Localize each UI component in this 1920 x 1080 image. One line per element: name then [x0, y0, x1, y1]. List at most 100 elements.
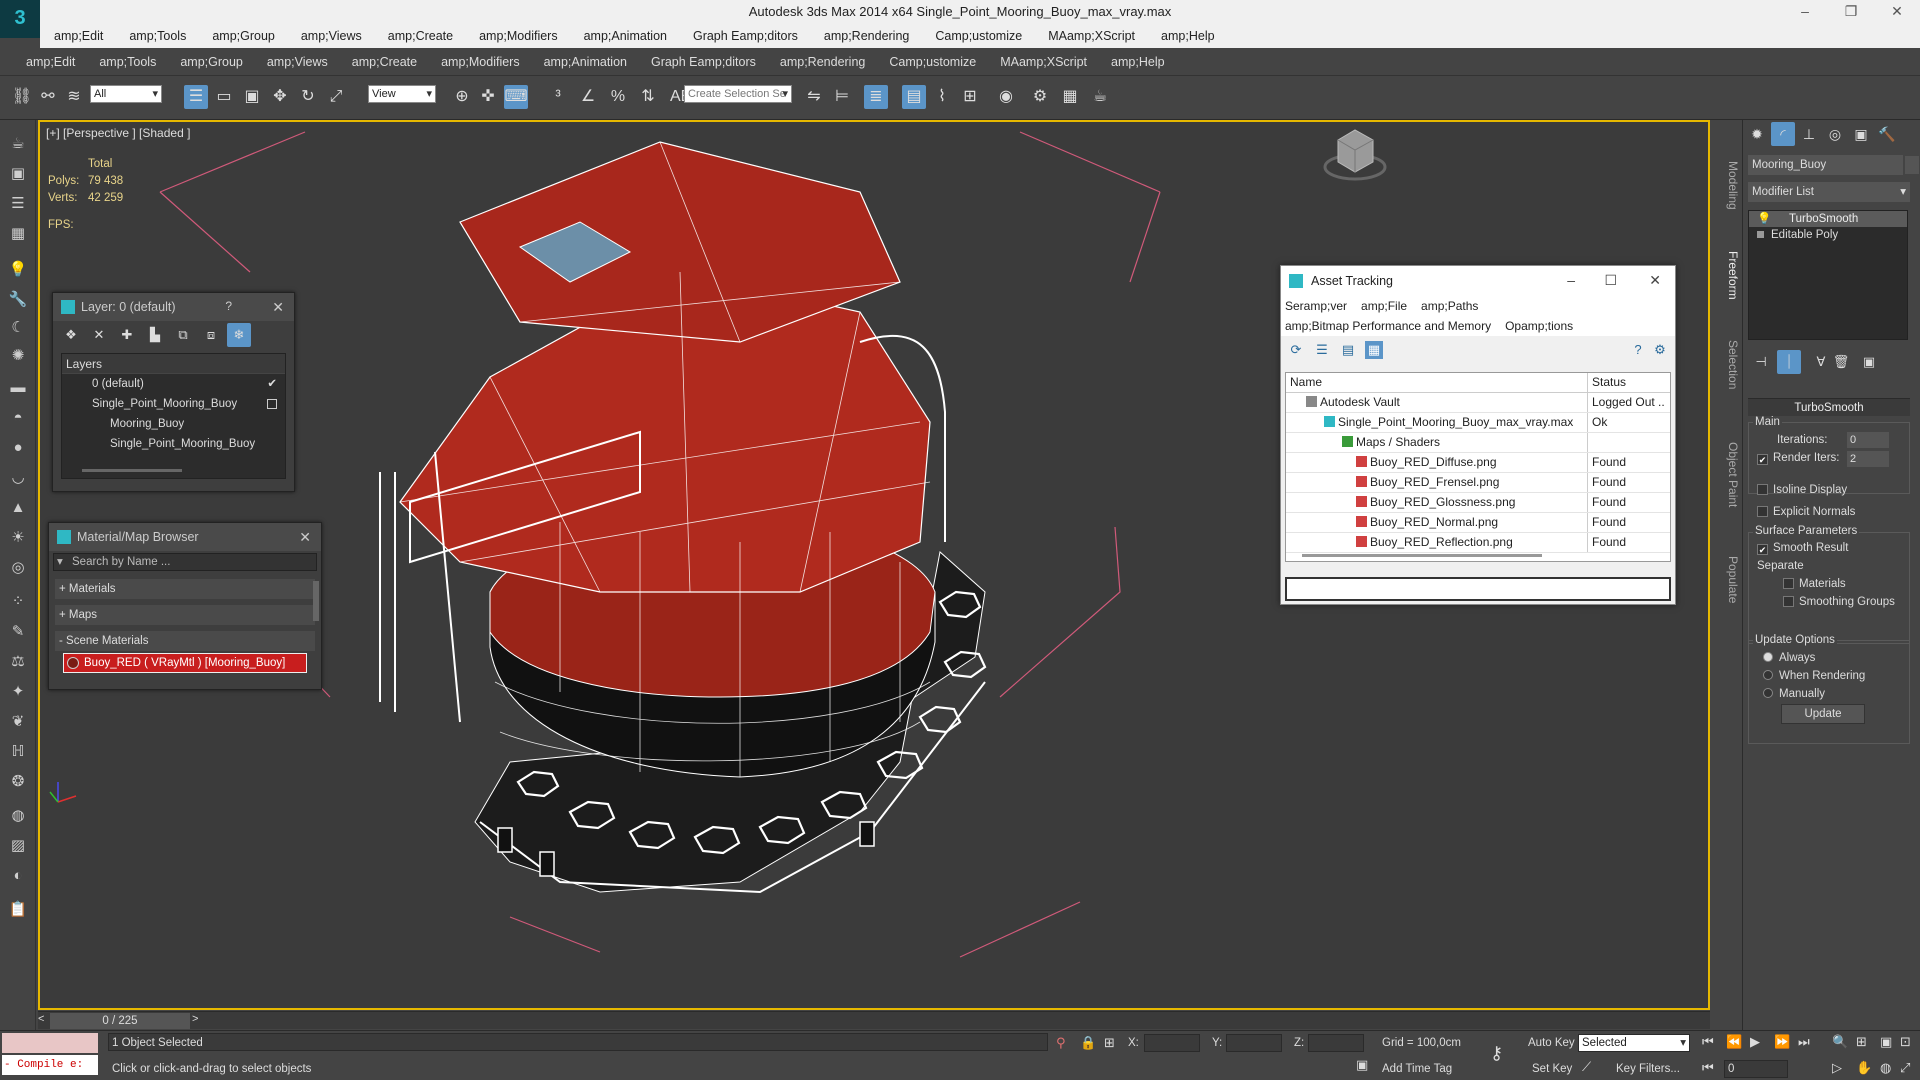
layer-item[interactable]: 0 (default) ✔ — [62, 374, 285, 394]
menu-item[interactable]: amp;Tools — [99, 55, 156, 69]
current-frame-field[interactable]: 0 — [1724, 1060, 1788, 1078]
key-mode-toggle-icon[interactable]: ⏮ — [1702, 1060, 1714, 1076]
menu-item[interactable]: amp;Edit — [26, 55, 75, 69]
menu-item[interactable]: amp;Group — [212, 29, 275, 43]
dots-icon[interactable]: ⁘ — [6, 590, 30, 614]
menu-item[interactable]: Camp;ustomize — [935, 29, 1022, 43]
tab-selection[interactable]: Selection — [1712, 330, 1740, 400]
menu-item[interactable]: amp;Rendering — [824, 29, 909, 43]
table-row[interactable]: Autodesk Vault Logged Out ... — [1286, 393, 1670, 413]
create-tab-icon[interactable]: ✹ — [1745, 122, 1769, 146]
close-icon[interactable]: ✕ — [299, 529, 311, 546]
tab-populate[interactable]: Populate — [1712, 545, 1740, 615]
menu-item[interactable]: amp;Animation — [584, 29, 667, 43]
update-button[interactable]: Update — [1781, 704, 1865, 724]
tab-modeling[interactable]: Modeling — [1712, 150, 1740, 220]
auto-key-button[interactable]: Auto Key — [1528, 1037, 1575, 1049]
minimize-icon[interactable]: – — [1782, 0, 1828, 24]
table-view-icon[interactable]: ▦ — [1365, 341, 1383, 359]
menu-item[interactable]: Graph Eamp;ditors — [693, 29, 798, 43]
menu-item[interactable]: amp;Edit — [54, 29, 103, 43]
absolute-mode-icon[interactable]: ⊞ — [1104, 1035, 1115, 1051]
menu-item[interactable]: amp;Create — [352, 55, 417, 69]
viewcube-icon[interactable] — [1323, 129, 1387, 181]
asset-path-field[interactable] — [1285, 577, 1671, 601]
moon-icon[interactable]: ☾ — [6, 316, 30, 340]
options-icon[interactable]: ⚙ — [1651, 341, 1669, 359]
close-icon[interactable]: ✕ — [1649, 272, 1661, 289]
help-icon[interactable]: ? — [1629, 341, 1647, 359]
list-view-icon[interactable]: ☰ — [1313, 341, 1331, 359]
play-icon[interactable]: ▶ — [1750, 1034, 1760, 1050]
align-icon[interactable]: ⊨ — [830, 85, 854, 109]
asset-tracking-header[interactable]: Asset Tracking – ☐ ✕ — [1281, 266, 1675, 296]
panel-icon[interactable]: ▦ — [6, 222, 30, 246]
expand-icon[interactable] — [1757, 231, 1764, 238]
separate-materials-checkbox[interactable]: Materials — [1783, 578, 1846, 590]
select-region-icon[interactable]: ▭ — [212, 85, 236, 109]
maximize-viewport-icon[interactable]: ⤢ — [1900, 1060, 1910, 1076]
modifier-list-dropdown[interactable]: Modifier List ▾ — [1748, 182, 1910, 202]
render-setup-icon[interactable]: ⚙ — [1028, 85, 1052, 109]
swirl-icon[interactable]: ❂ — [6, 770, 30, 794]
object-name-field[interactable]: Mooring_Buoy — [1748, 155, 1903, 175]
unlink-icon[interactable]: ⚯ — [36, 85, 60, 109]
remove-modifier-icon[interactable]: 🗑 — [1829, 350, 1853, 374]
bowl-icon[interactable]: ◡ — [6, 466, 30, 490]
layer-manager-icon[interactable]: ≣ — [864, 85, 888, 109]
tab-object-paint[interactable]: Object Paint — [1712, 430, 1740, 520]
table-row[interactable]: Buoy_RED_Frensel.png Found — [1286, 473, 1670, 493]
maxscript-listener-mini[interactable] — [2, 1033, 98, 1053]
clipboard-icon[interactable]: 📋 — [6, 898, 30, 922]
hair-icon[interactable]: ℍ — [6, 740, 30, 764]
z-coordinate-field[interactable] — [1308, 1034, 1364, 1052]
menu-item[interactable]: amp;Tools — [129, 29, 186, 43]
wrench-icon[interactable]: 🔧 — [6, 288, 30, 312]
help-icon[interactable]: ? — [225, 299, 232, 313]
menu-item[interactable]: Camp;ustomize — [889, 55, 976, 69]
restore-icon[interactable]: ❐ — [1828, 0, 1874, 24]
detail-view-icon[interactable]: ▤ — [1339, 341, 1357, 359]
bind-space-warp-icon[interactable]: ≋ — [62, 85, 86, 109]
refresh-icon[interactable]: ⟳ — [1287, 341, 1305, 359]
pin-stack-icon[interactable]: ⊣ — [1749, 350, 1773, 374]
select-scale-icon[interactable]: ⤢ — [324, 85, 348, 109]
layer-item[interactable]: Mooring_Buoy — [62, 414, 285, 434]
cone-icon[interactable]: ▲ — [6, 496, 30, 520]
modify-tab-icon[interactable]: ◜ — [1771, 122, 1795, 146]
layer-item[interactable]: Single_Point_Mooring_Buoy — [62, 434, 285, 454]
menu-item[interactable]: amp;Views — [267, 55, 328, 69]
asset-menu-item[interactable]: amp;Bitmap Performance and Memory — [1285, 319, 1491, 333]
status-column-header[interactable]: Status — [1588, 373, 1664, 392]
go-to-end-icon[interactable]: ⏭ — [1798, 1034, 1810, 1050]
menu-item[interactable]: amp;Help — [1111, 55, 1165, 69]
freeze-all-icon[interactable]: ❄ — [227, 323, 251, 347]
menu-item[interactable]: amp;Rendering — [780, 55, 865, 69]
render-iters-checkbox[interactable]: ✔ Render Iters: — [1757, 452, 1839, 465]
select-in-layer-icon[interactable]: ▙ — [143, 323, 167, 347]
scene-materials-section[interactable]: - Scene Materials — [55, 631, 315, 651]
layers-column-header[interactable]: Layers — [62, 354, 285, 374]
set-key-filter-icon[interactable]: ⟋ — [1582, 1059, 1591, 1075]
material-browser-header[interactable]: Material/Map Browser ✕ — [49, 523, 321, 551]
material-icon[interactable]: ▨ — [6, 834, 30, 858]
menu-item[interactable]: amp;Modifiers — [441, 55, 520, 69]
delete-layer-icon[interactable]: ✕ — [87, 323, 111, 347]
orbit-icon[interactable]: ◍ — [1880, 1060, 1891, 1076]
add-to-layer-icon[interactable]: ✚ — [115, 323, 139, 347]
snaps-toggle-icon[interactable]: ³ — [546, 85, 570, 109]
configure-sets-icon[interactable]: ▣ — [1857, 350, 1881, 374]
key-icon[interactable]: ⚷ — [1490, 1043, 1503, 1064]
keyboard-shortcut-icon[interactable]: ⌨ — [504, 85, 528, 109]
next-key-icon[interactable]: ⏩ — [1774, 1034, 1790, 1050]
utilities-tab-icon[interactable]: 🔨 — [1875, 122, 1899, 146]
hide-all-icon[interactable]: ⧈ — [199, 323, 223, 347]
render-iters-spinner[interactable]: 2 — [1847, 451, 1889, 467]
explicit-normals-checkbox[interactable]: Explicit Normals — [1757, 506, 1855, 518]
show-end-result-icon[interactable]: ⏐ — [1777, 350, 1801, 374]
close-icon[interactable]: ✕ — [272, 299, 284, 316]
table-row[interactable]: Buoy_RED_Reflection.png Found — [1286, 533, 1670, 553]
zoom-extents-icon[interactable]: ▣ — [1880, 1034, 1892, 1050]
asset-menu-item[interactable]: Opamp;tions — [1505, 319, 1573, 333]
update-manually-radio[interactable]: Manually — [1763, 688, 1825, 700]
